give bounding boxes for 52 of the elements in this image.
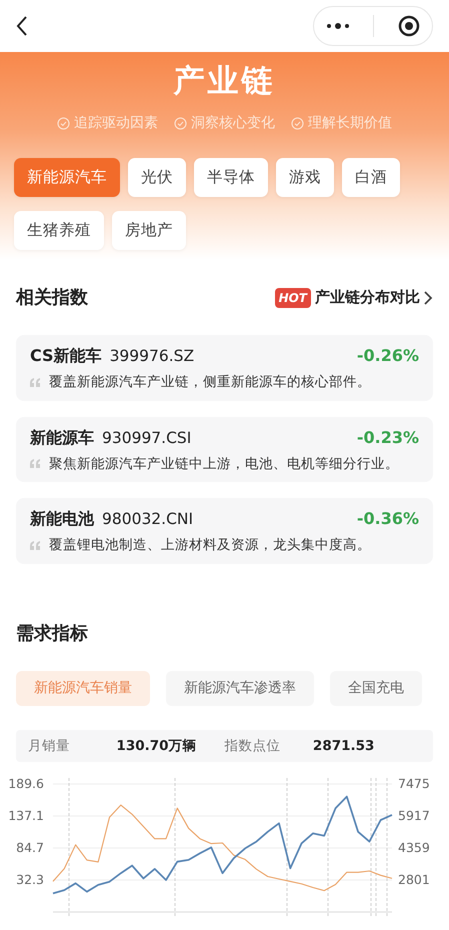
feature-label: 追踪驱动因素 [74,114,158,132]
feature-label: 理解长期价值 [308,114,392,132]
check-circle-icon [291,116,304,130]
distribution-link[interactable]: HOT 产业链分布对比 [274,286,433,309]
category-chip[interactable]: 半导体 [194,158,268,197]
axis-label: 4359 [398,840,430,855]
index-name: CS新能车 [30,345,102,367]
metric-tab[interactable]: 全国充电 [330,670,422,706]
stat-label: 月销量 [28,736,71,756]
axis-label: 5917 [398,808,430,823]
quote-icon [30,459,41,468]
axis-label: 2801 [398,872,430,887]
target-icon[interactable] [398,15,420,37]
axis-label: 84.7 [16,840,44,855]
index-description: 聚焦新能源汽车产业链中上游，电池、电机等细分行业。 [49,454,399,474]
chevron-right-icon [424,290,433,304]
index-description: 覆盖新能源汽车产业链，侧重新能源车的核心部件。 [49,373,371,392]
section-title: 需求指标 [16,622,88,644]
stat-value: 130.70万辆 [116,736,197,756]
section-title: 相关指数 [16,286,88,310]
axis-label: 137.1 [8,808,44,823]
axis-label: 32.3 [16,872,44,887]
index-name: 新能源车 [30,426,94,448]
index-name: 新能电池 [30,508,94,530]
quote-icon [30,540,41,550]
axis-label: 7475 [398,776,430,791]
feature-label: 洞察核心变化 [191,114,275,132]
index-card[interactable]: CS新能车 399976.SZ -0.26% 覆盖新能源汽车产业链，侧重新能源车的核心部件。 [16,335,433,400]
more-icon[interactable] [326,22,350,30]
check-circle-icon [174,116,187,130]
category-chip[interactable]: 房地产 [112,210,186,250]
stat-value: 2871.53 [312,736,374,756]
metric-tab[interactable]: 新能源汽车渗透率 [166,670,314,706]
index-card[interactable]: 新能源车 930997.CSI -0.23% 聚焦新能源汽车产业链中上游，电池、电机等细分行业。 [16,416,433,482]
stat-label: 指数点位 [224,736,282,756]
page-title: 产业链 [174,63,276,99]
axis-label: 189.6 [8,776,44,791]
index-description: 覆盖锂电池制造、上游材料及资源，龙头集中度高。 [49,536,371,556]
back-icon[interactable] [16,16,28,36]
index-code: 930997.CSI [102,428,192,448]
index-code: 399976.SZ [110,346,194,367]
check-circle-icon [57,116,70,130]
change-value: -0.26% [356,345,419,368]
category-chip[interactable]: 光伏 [128,158,186,197]
quote-icon [30,378,41,387]
index-card[interactable]: 新能电池 980032.CNI -0.36% 覆盖锂电池制造、上游材料及资源，龙头集中度高。 [16,498,433,564]
index-code: 980032.CNI [102,509,194,530]
category-chip[interactable]: 生猪养殖 [14,210,104,250]
category-chip[interactable]: 游戏 [276,158,334,197]
change-value: -0.36% [356,508,419,530]
change-value: -0.23% [356,426,419,449]
category-chip[interactable]: 白酒 [342,158,400,197]
